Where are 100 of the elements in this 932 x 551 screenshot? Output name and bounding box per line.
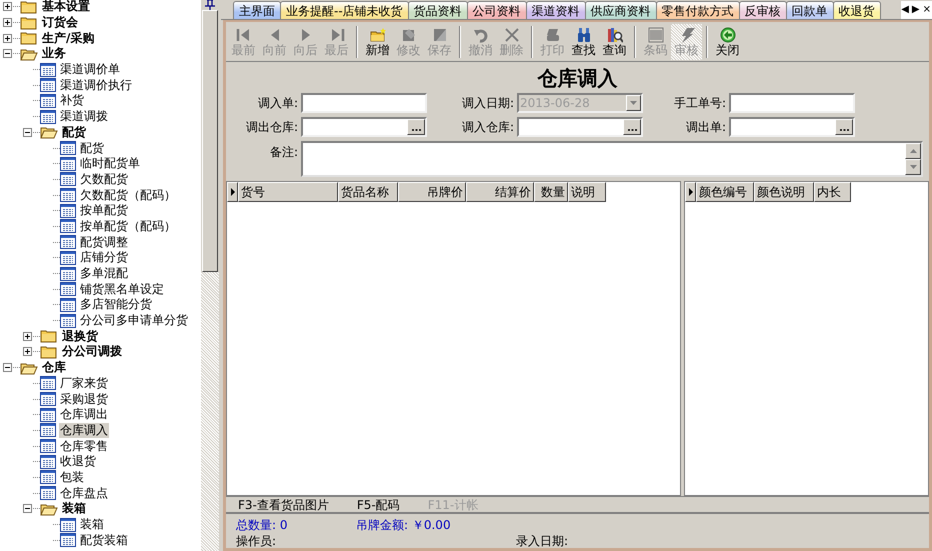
tab[interactable]: 主界面 [233, 1, 281, 19]
expand-icon[interactable] [3, 18, 12, 28]
expand-icon[interactable] [23, 332, 32, 341]
pin-icon[interactable] [205, 0, 215, 10]
text-field[interactable] [301, 93, 427, 113]
tree-item[interactable]: 渠道调拨 [59, 109, 109, 124]
tree-item[interactable]: 基本设置 [41, 0, 91, 14]
tab[interactable]: 公司资料 [466, 1, 527, 19]
document-icon [60, 219, 76, 234]
field-label: 备注: [268, 144, 298, 161]
scroll-left-button[interactable]: ◀ [901, 1, 909, 19]
document-icon [40, 423, 56, 438]
tree-item[interactable]: 仓库调出 [59, 407, 109, 422]
expand-icon[interactable] [3, 2, 12, 12]
tree-item[interactable]: 厂家来货 [59, 376, 109, 391]
document-icon [40, 470, 56, 484]
tree-item[interactable]: 收退货 [59, 454, 97, 470]
column-header[interactable]: 货号 [238, 182, 338, 202]
tab[interactable]: 收退货 [832, 1, 881, 19]
scroll-up-button[interactable] [905, 143, 921, 159]
field-label: 调出单: [684, 119, 726, 136]
close-button[interactable]: × [922, 1, 931, 19]
column-header[interactable]: 内长 [814, 182, 851, 202]
new-button[interactable]: 新增 [362, 24, 393, 60]
column-header[interactable]: 颜色说明 [754, 182, 814, 202]
expand-icon[interactable] [23, 347, 32, 356]
field-label: 调入仓库: [460, 119, 514, 136]
tab[interactable]: 业务提醒--店铺未收货 [280, 1, 409, 19]
tree-item[interactable]: 多店智能分货 [79, 297, 153, 312]
tree-item[interactable]: 店铺分货 [79, 250, 129, 266]
tree-item[interactable]: 退换货 [61, 328, 99, 344]
tree-item[interactable]: 包装 [59, 470, 85, 485]
column-header[interactable]: 颜色编号 [696, 182, 754, 202]
triangle-icon [230, 188, 234, 196]
column-header[interactable]: 吊牌价 [398, 182, 466, 202]
tree-item[interactable]: 配货装箱 [79, 532, 129, 548]
find-button[interactable]: 查找 [568, 24, 599, 60]
tree-item[interactable]: 装箱 [61, 501, 87, 516]
hotkey-hint: F5-配码 [356, 496, 400, 514]
tree-item[interactable]: 装箱 [79, 517, 105, 532]
text-field[interactable] [729, 93, 855, 113]
tab[interactable]: 供应商资料 [584, 1, 657, 19]
document-icon [60, 172, 76, 186]
tree-item[interactable]: 铺货黑名单设定 [79, 282, 165, 297]
column-header[interactable]: 结算价 [466, 182, 534, 202]
tree-item[interactable]: 欠数配货 [79, 172, 129, 187]
tab[interactable]: 渠道资料 [526, 1, 586, 19]
tree-item[interactable]: 配货 [79, 140, 105, 156]
scroll-down-button[interactable] [905, 159, 921, 175]
save-icon [432, 26, 448, 42]
scrollbar-thumb[interactable] [202, 10, 218, 272]
collapse-icon[interactable] [3, 363, 12, 372]
tab[interactable]: 货品资料 [408, 1, 468, 19]
remark-field[interactable] [301, 141, 923, 177]
field-label: 手工单号: [672, 95, 726, 112]
tree-item[interactable]: 仓库 [41, 360, 67, 376]
column-header[interactable]: 数量 [534, 182, 568, 202]
barcode-icon [648, 26, 664, 42]
document-icon [40, 392, 56, 406]
up-arrow-icon [910, 149, 916, 153]
tree-item[interactable]: 按单配货（配码） [79, 218, 177, 234]
tab[interactable]: 回款单 [786, 1, 834, 19]
tree-item[interactable]: 分公司多申请单分货 [79, 313, 189, 328]
collapse-icon[interactable] [3, 49, 12, 58]
tree-item[interactable]: 仓库零售 [59, 438, 109, 454]
printer-icon [544, 26, 560, 42]
tree-item[interactable]: 渠道调价执行 [59, 78, 133, 93]
tree-item[interactable]: 渠道调价单 [59, 62, 121, 78]
tree-item[interactable]: 临时配货单 [79, 156, 141, 172]
tree-item[interactable]: 配货 [61, 124, 87, 140]
lookup-field[interactable] [729, 117, 855, 137]
tree-item[interactable]: 业务 [41, 46, 67, 62]
color-grid[interactable]: 颜色编号 颜色说明 内长 [684, 181, 929, 496]
collapse-icon[interactable] [23, 128, 32, 137]
tab[interactable]: 零售付款方式 [656, 1, 740, 19]
tab[interactable]: 反审核 [738, 1, 787, 19]
query-button[interactable]: 查询 [599, 24, 630, 60]
lookup-field[interactable] [301, 117, 427, 137]
tree-item[interactable]: 采购退货 [59, 392, 109, 407]
column-header[interactable]: 货品名称 [338, 182, 398, 202]
tree-item[interactable]: 生产/采购 [41, 30, 96, 46]
column-header[interactable]: 说明 [568, 182, 606, 202]
collapse-icon[interactable] [23, 504, 32, 514]
document-icon [60, 298, 76, 312]
tree-item[interactable]: 订货会 [41, 15, 79, 30]
items-grid[interactable]: 货号 货品名称 吊牌价 结算价 数量 说明 [226, 181, 681, 496]
tree-item[interactable]: 补货 [59, 93, 85, 108]
scroll-right-button[interactable]: ▶ [912, 1, 920, 19]
tree-item[interactable]: 仓库调入 [59, 422, 109, 438]
tree-item[interactable]: 仓库盘点 [59, 486, 109, 501]
undo-icon [472, 26, 488, 42]
field-label: 调入单: [256, 95, 298, 112]
tree-item[interactable]: 分公司调拨 [61, 344, 123, 360]
tree-item[interactable]: 按单配货 [79, 203, 129, 218]
lookup-field[interactable] [517, 117, 643, 137]
close-button[interactable]: 关闭 [712, 24, 743, 60]
tree-item[interactable]: 多单混配 [79, 266, 129, 282]
tree-item[interactable]: 配货调整 [79, 234, 129, 250]
expand-icon[interactable] [3, 34, 12, 43]
tree-item[interactable]: 欠数配货（配码） [79, 188, 177, 203]
